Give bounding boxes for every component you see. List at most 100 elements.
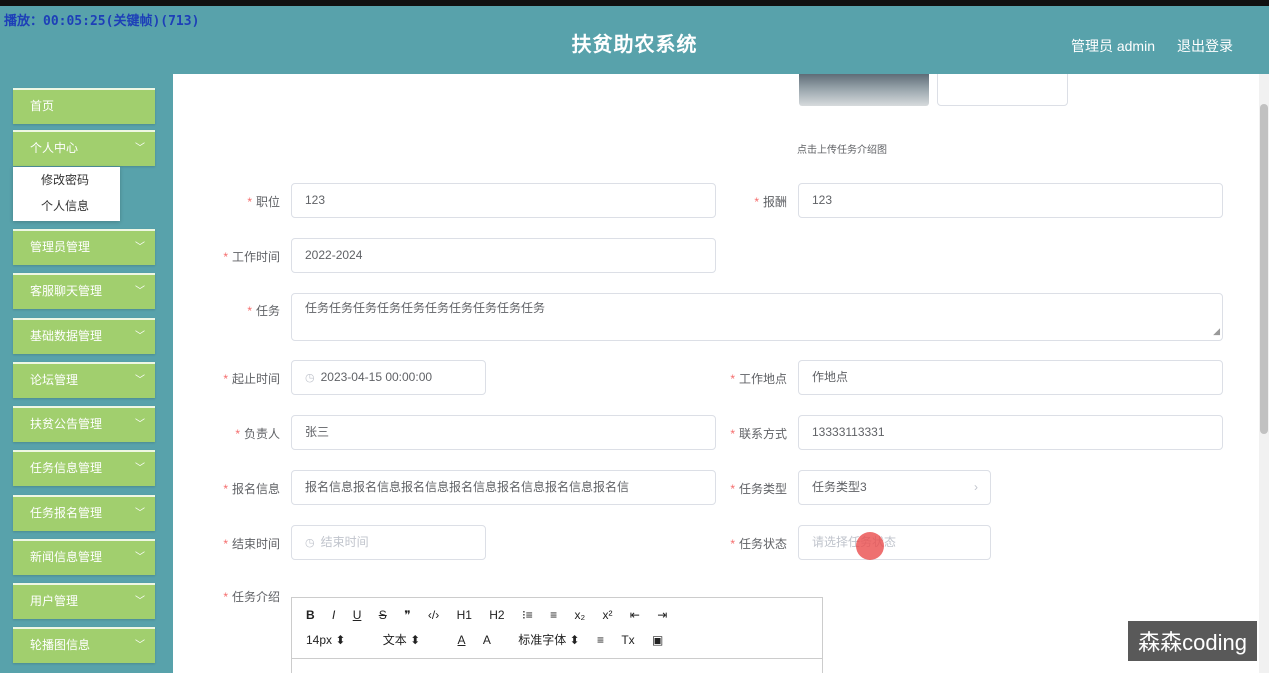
scrollbar-thumb[interactable] xyxy=(1260,104,1268,434)
code-block-icon[interactable]: ‹/› xyxy=(428,608,439,622)
task-status-select[interactable]: 请选择任务状态 xyxy=(798,525,991,560)
bullet-list-icon[interactable]: ≡ xyxy=(550,608,557,622)
sidebar-item-label: 扶贫公告管理 xyxy=(30,417,103,431)
chevron-down-icon: ﹀ xyxy=(135,419,145,430)
heading-1-icon[interactable]: H1 xyxy=(457,608,472,622)
required-icon: * xyxy=(247,304,252,318)
image-icon[interactable]: ▣ xyxy=(652,633,663,647)
field-label-task-intro: * 任务介绍 xyxy=(223,590,280,604)
sidebar-item-chat-management[interactable]: 客服聊天管理 ﹀ xyxy=(13,273,155,309)
bold-icon[interactable]: B xyxy=(306,608,315,622)
italic-icon[interactable]: I xyxy=(332,608,335,622)
sidebar-item-label: 轮播图信息 xyxy=(30,638,91,652)
sidebar-item-label: 个人中心 xyxy=(30,141,79,155)
chevron-down-icon: ﹀ xyxy=(135,552,145,563)
sidebar-item-label: 用户管理 xyxy=(30,594,79,608)
end-time-picker[interactable]: ◷ 结束时间 xyxy=(291,525,486,560)
watermark: 森森coding xyxy=(1128,621,1257,661)
required-icon: * xyxy=(730,427,735,441)
font-size-select[interactable]: 14px ⬍ xyxy=(306,633,345,647)
clear-format-icon[interactable]: Tx xyxy=(621,633,634,647)
work-location-input[interactable]: 作地点 xyxy=(798,360,1223,395)
chevron-down-icon: ﹀ xyxy=(135,640,145,651)
submenu-item-change-password[interactable]: 修改密码 xyxy=(13,167,120,193)
sidebar-item-forum-management[interactable]: 论坛管理 ﹀ xyxy=(13,362,155,398)
align-icon[interactable]: ≡ xyxy=(597,633,604,647)
editor-toolbar-row-2: 14px ⬍ 文本 ⬍ A A 标准字体 ⬍ ≡ Tx ▣ xyxy=(306,631,677,648)
sidebar-item-news-management[interactable]: 新闻信息管理 ﹀ xyxy=(13,539,155,575)
field-label-person-in-charge: * 负责人 xyxy=(235,427,280,441)
task-type-select[interactable]: 任务类型3 › xyxy=(798,470,991,505)
chevron-down-icon: ﹀ xyxy=(135,596,145,607)
required-icon: * xyxy=(223,482,228,496)
ordered-list-icon[interactable]: ⁝≡ xyxy=(522,608,533,622)
background-color-icon[interactable]: A xyxy=(483,633,491,647)
subscript-icon[interactable]: x₂ xyxy=(574,608,585,622)
required-icon: * xyxy=(223,590,228,604)
sidebar-item-notice-management[interactable]: 扶贫公告管理 ﹀ xyxy=(13,406,155,442)
strikethrough-icon[interactable]: S xyxy=(379,608,387,622)
sidebar-item-task-signup-management[interactable]: 任务报名管理 ﹀ xyxy=(13,495,155,531)
field-label-salary: * 报酬 xyxy=(754,195,787,209)
position-input[interactable]: 123 xyxy=(291,183,716,218)
field-label-start-time: * 起止时间 xyxy=(223,372,280,386)
field-label-signup-info: * 报名信息 xyxy=(223,482,280,496)
chevron-right-icon: › xyxy=(974,480,978,494)
font-family-select[interactable]: 标准字体 ⬍ xyxy=(518,631,579,648)
sidebar-item-home[interactable]: 首页 xyxy=(13,88,155,124)
chevron-down-icon: ﹀ xyxy=(135,143,145,154)
sidebar: 首页 个人中心 ﹀ 管理员管理 ﹀ 客服聊天管理 ﹀ 基础数据管理 ﹀ 论坛管理 ﹀ 扶贫… xyxy=(0,74,173,673)
work-time-input[interactable]: 2022-2024 xyxy=(291,238,716,273)
salary-input[interactable]: 123 xyxy=(798,183,1223,218)
recording-overlay-label: 播放：00:05:25(关键帧)(713) xyxy=(4,14,200,29)
sidebar-item-task-info-management[interactable]: 任务信息管理 ﹀ xyxy=(13,450,155,486)
upload-hint: 点击上传任务介绍图 xyxy=(797,145,887,156)
sidebar-item-label: 新闻信息管理 xyxy=(30,550,103,564)
text-style-select[interactable]: 文本 ⬍ xyxy=(383,631,420,648)
font-color-icon[interactable]: A xyxy=(458,633,466,647)
person-in-charge-input[interactable]: 张三 xyxy=(291,415,716,450)
sidebar-item-label: 基础数据管理 xyxy=(30,329,103,343)
required-icon: * xyxy=(235,427,240,441)
sidebar-item-user-management[interactable]: 用户管理 ﹀ xyxy=(13,583,155,619)
required-icon: * xyxy=(730,537,735,551)
sidebar-item-label: 任务信息管理 xyxy=(30,461,103,475)
field-label-contact: * 联系方式 xyxy=(730,427,787,441)
blockquote-icon[interactable]: ❞ xyxy=(404,608,410,622)
contact-input[interactable]: 13333113331 xyxy=(798,415,1223,450)
chevron-down-icon: ﹀ xyxy=(135,508,145,519)
required-icon: * xyxy=(730,482,735,496)
personal-center-submenu: 修改密码 个人信息 xyxy=(13,167,120,221)
field-label-position: * 职位 xyxy=(247,195,280,209)
required-icon: * xyxy=(754,195,759,209)
required-icon: * xyxy=(247,195,252,209)
mouse-cursor-highlight xyxy=(856,532,884,560)
resize-grip-icon[interactable]: ◢ xyxy=(1213,323,1220,339)
required-icon: * xyxy=(223,250,228,264)
chevron-down-icon: ﹀ xyxy=(135,286,145,297)
chevron-down-icon: ﹀ xyxy=(135,375,145,386)
underline-icon[interactable]: U xyxy=(353,608,362,622)
sidebar-item-admin-management[interactable]: 管理员管理 ﹀ xyxy=(13,229,155,265)
rich-text-editor[interactable]: B I U S ❞ ‹/› H1 H2 ⁝≡ ≡ x₂ x² ⇤ ⇥ 14px … xyxy=(291,597,823,673)
outdent-icon[interactable]: ⇤ xyxy=(630,608,640,622)
logout-link[interactable]: 退出登录 xyxy=(1177,36,1233,56)
heading-2-icon[interactable]: H2 xyxy=(489,608,504,622)
clock-icon: ◷ xyxy=(305,372,315,384)
submenu-item-personal-info[interactable]: 个人信息 xyxy=(13,193,120,219)
required-icon: * xyxy=(223,537,228,551)
superscript-icon[interactable]: x² xyxy=(602,608,612,622)
sidebar-item-base-data-management[interactable]: 基础数据管理 ﹀ xyxy=(13,318,155,354)
image-upload-box[interactable] xyxy=(937,74,1068,106)
start-time-picker[interactable]: ◷ 2023-04-15 00:00:00 xyxy=(291,360,486,395)
main-scrollbar[interactable] xyxy=(1259,74,1269,673)
sidebar-item-personal-center[interactable]: 个人中心 ﹀ xyxy=(13,130,155,166)
signup-info-input[interactable]: 报名信息报名信息报名信息报名信息报名信息报名信息报名信 xyxy=(291,470,716,505)
sidebar-item-label: 任务报名管理 xyxy=(30,506,103,520)
sidebar-item-carousel-info[interactable]: 轮播图信息 ﹀ xyxy=(13,627,155,663)
task-textarea[interactable]: 任务任务任务任务任务任务任务任务任务任务 ◢ xyxy=(291,293,1223,341)
chevron-down-icon: ﹀ xyxy=(135,331,145,342)
field-label-task-type: * 任务类型 xyxy=(730,482,787,496)
indent-icon[interactable]: ⇥ xyxy=(657,608,667,622)
main-form-panel: 点击上传任务介绍图 * 职位 123 * 报酬 123 * 工作时间 2022-202… xyxy=(173,74,1259,673)
